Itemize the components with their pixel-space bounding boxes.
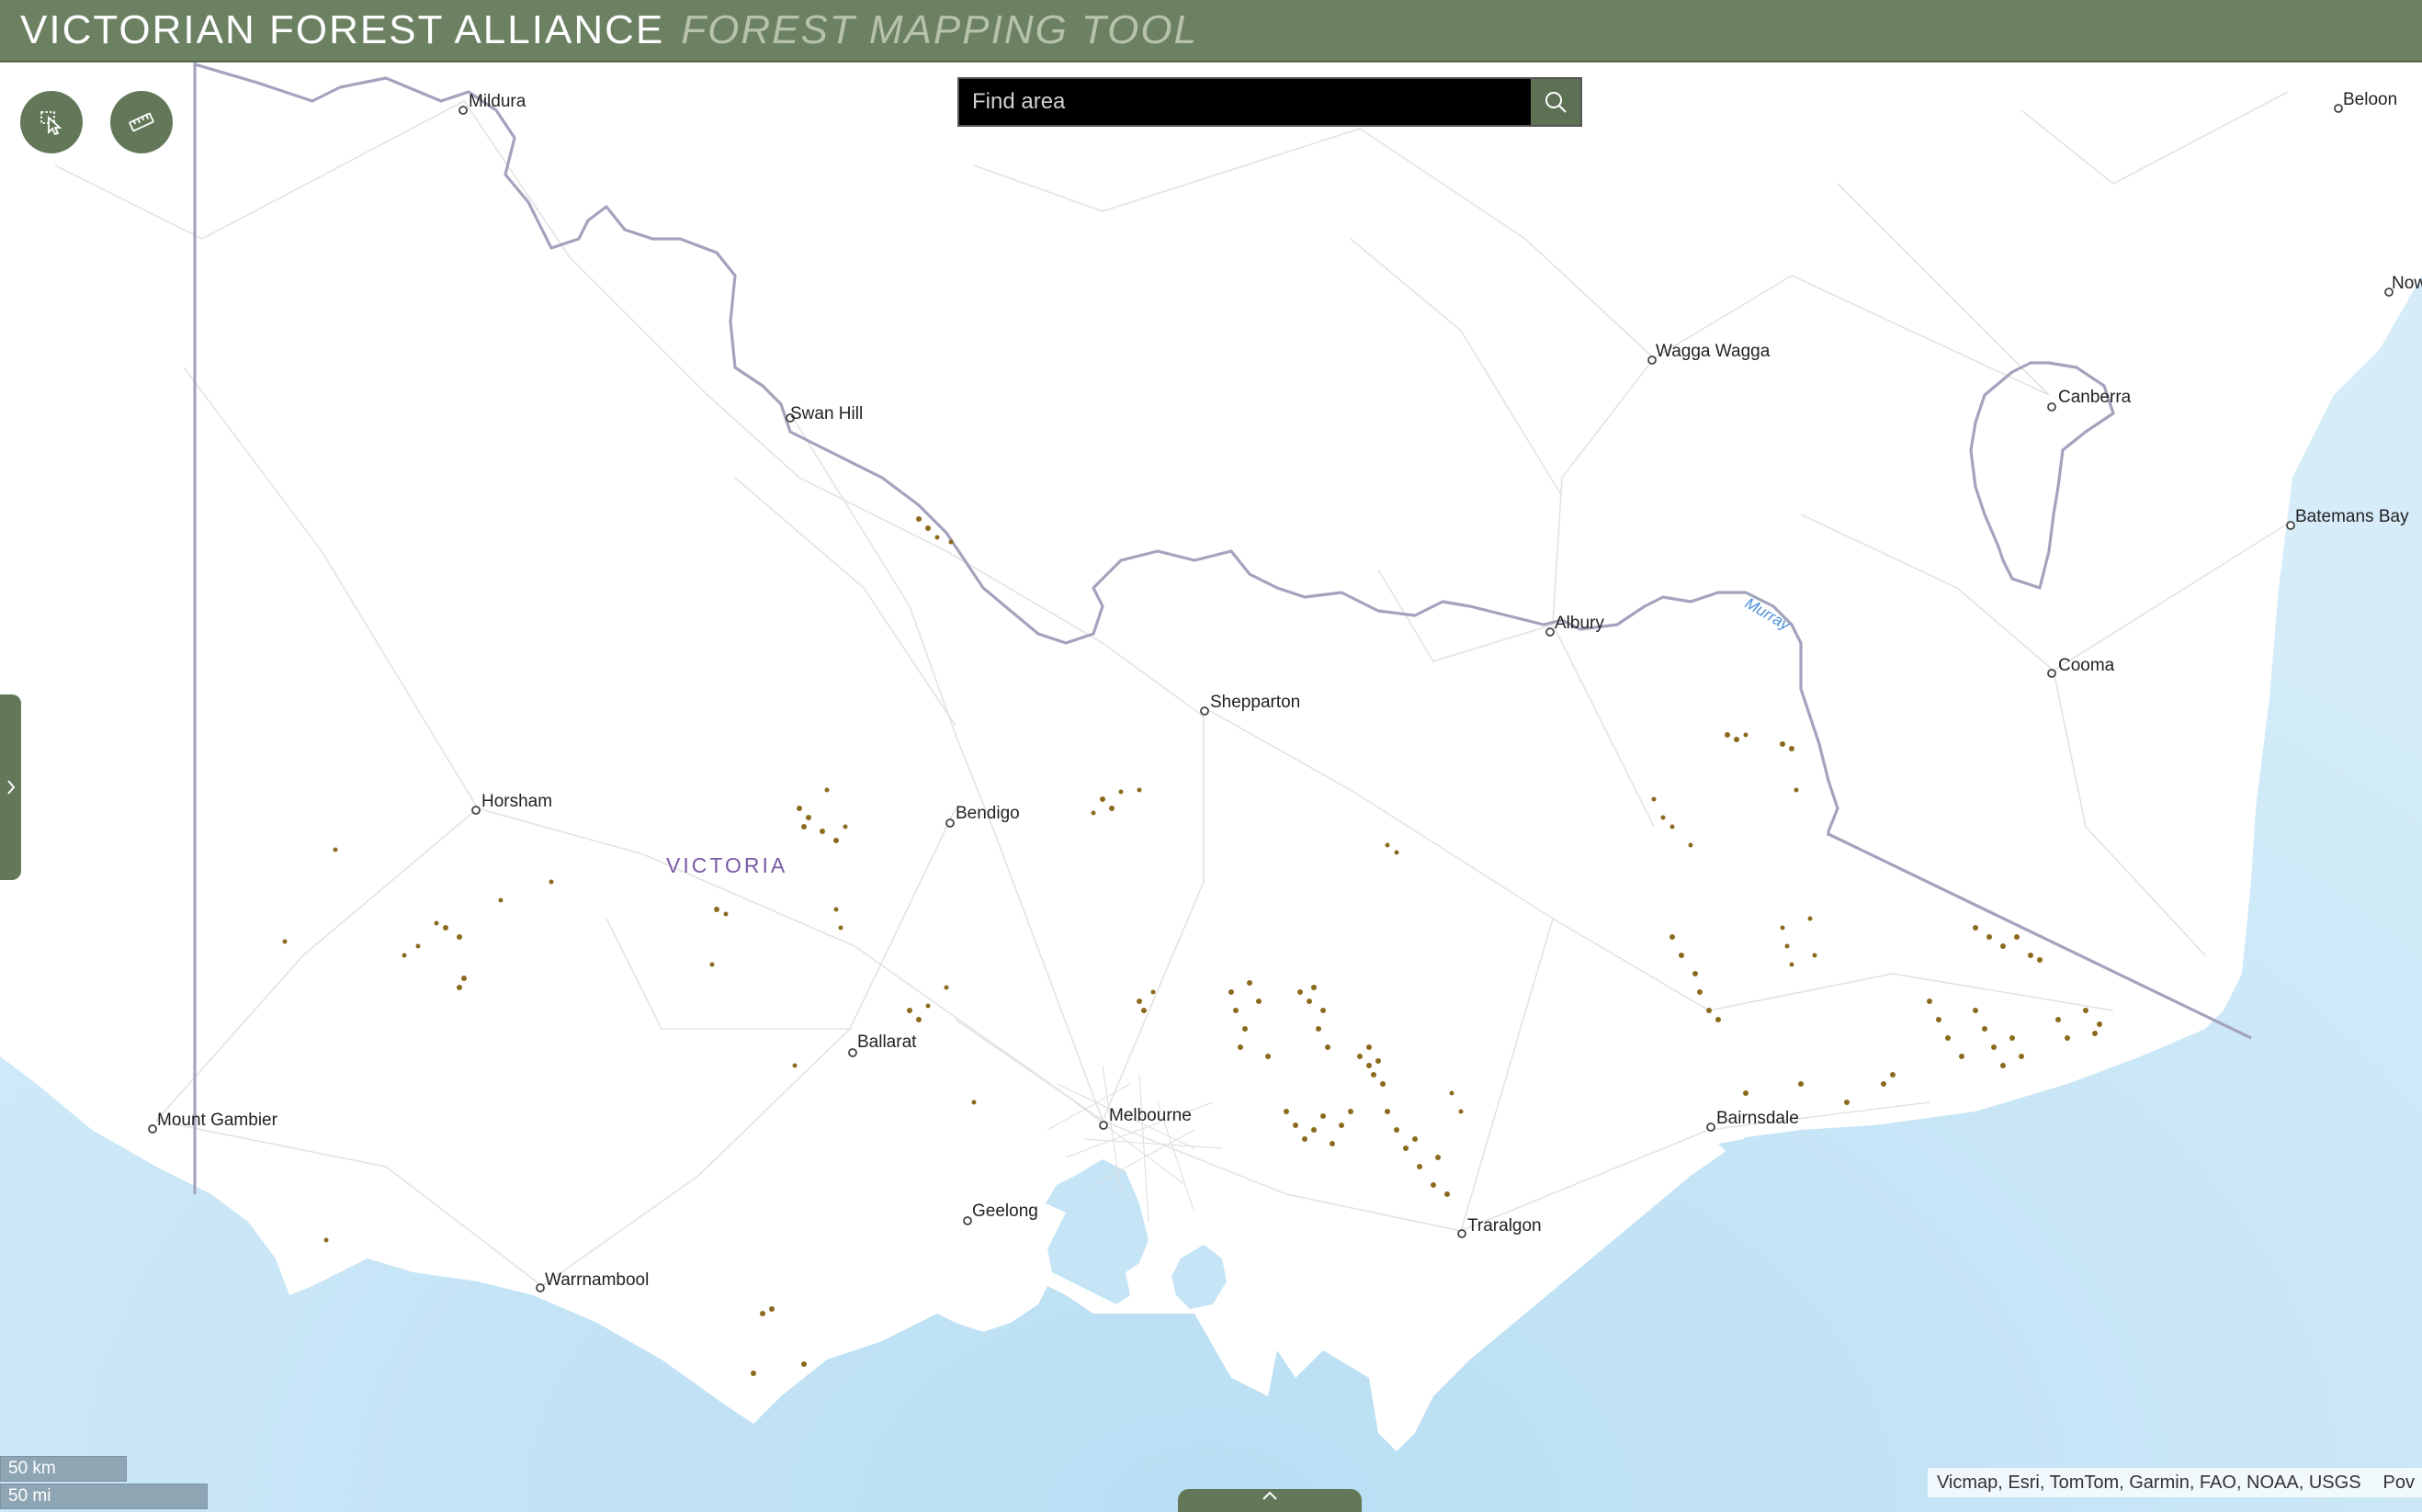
scale-bar-mi: 50 mi — [0, 1484, 208, 1509]
place-label: Now — [2392, 274, 2422, 293]
place-label: Mildura — [469, 92, 526, 111]
expand-panel-tab[interactable] — [0, 694, 21, 880]
chevron-up-icon — [1262, 1491, 1277, 1500]
place-label: Mount Gambier — [157, 1111, 278, 1130]
place-label: Geelong — [972, 1202, 1038, 1221]
ruler-icon — [129, 112, 154, 132]
place-label: Wagga Wagga — [1656, 342, 1771, 361]
place-label: Swan Hill — [790, 404, 863, 423]
select-area-icon — [40, 111, 62, 136]
place-label: Canberra — [2058, 388, 2132, 407]
measure-tool-button[interactable] — [110, 91, 173, 153]
place-label: Warrnambool — [545, 1270, 649, 1290]
scale-km-label: 50 km — [8, 1459, 56, 1478]
place-label: Melbourne — [1109, 1106, 1192, 1125]
search-bar — [957, 77, 1582, 127]
place-label: Bairnsdale — [1716, 1109, 1799, 1128]
powered-by-link[interactable]: Pov — [2383, 1473, 2415, 1494]
place-label: Shepparton — [1210, 693, 1300, 712]
expand-bottom-tab[interactable] — [1178, 1489, 1362, 1512]
app-subtitle: FOREST MAPPING TOOL — [681, 7, 1199, 52]
app-header: VICTORIAN FOREST ALLIANCE FOREST MAPPING… — [0, 0, 2422, 62]
place-label: Horsham — [481, 792, 552, 811]
search-input[interactable] — [959, 79, 1531, 125]
place-label: Albury — [1555, 614, 1604, 633]
place-label: Batemans Bay — [2295, 507, 2409, 526]
select-tool-button[interactable] — [20, 91, 83, 153]
attribution-text[interactable]: Vicmap, Esri, TomTom, Garmin, FAO, NOAA,… — [1937, 1473, 2361, 1494]
map-attribution: Vicmap, Esri, TomTom, Garmin, FAO, NOAA,… — [1927, 1468, 2422, 1497]
chevron-right-icon — [6, 780, 15, 795]
scale-mi-label: 50 mi — [8, 1486, 51, 1506]
place-label: Traralgon — [1467, 1216, 1542, 1236]
place-label: Beloon — [2343, 90, 2397, 109]
state-label: VICTORIA — [666, 853, 787, 877]
search-button[interactable] — [1531, 79, 1580, 125]
search-icon — [1545, 92, 1567, 113]
place-label: Bendigo — [956, 804, 1020, 823]
map-canvas[interactable]: Mildura Swan Hill Wagga Wagga Canberra B… — [0, 0, 2422, 1512]
app-title: VICTORIAN FOREST ALLIANCE — [20, 7, 665, 52]
scale-bar-km: 50 km — [0, 1456, 127, 1482]
place-label: Cooma — [2058, 656, 2115, 675]
place-label: Ballarat — [857, 1032, 917, 1052]
